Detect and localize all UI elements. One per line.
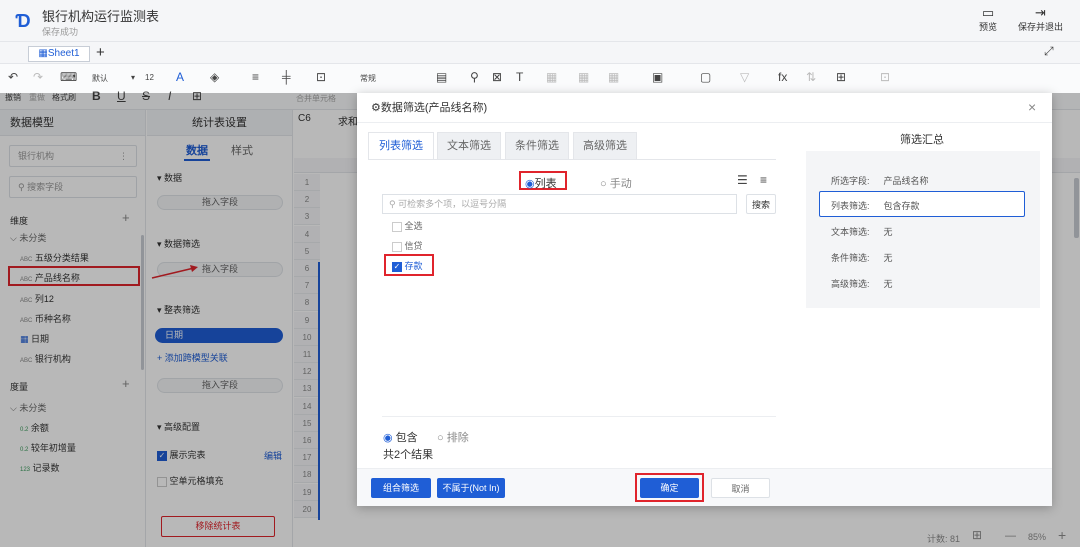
tab-advanced-filter[interactable]: 高级筛选 [573, 132, 637, 160]
summary-field: 所选字段: 产品线名称 [831, 176, 929, 186]
monitor-icon: ▭ [981, 5, 995, 20]
expand-icon[interactable]: ⤢ [1044, 44, 1054, 59]
chart-icon[interactable]: ▣ [652, 70, 663, 84]
menu-icon[interactable]: ≡ [760, 173, 767, 187]
filter-icon[interactable]: ▽ [740, 70, 749, 84]
combo-filter-button[interactable]: 组合筛选 [371, 478, 431, 498]
summary-advanced: 高级筛选: 无 [831, 279, 893, 289]
summary-text: 文本筛选: 无 [831, 227, 893, 237]
save-status: 保存成功 [42, 27, 79, 37]
tab-divider [368, 159, 776, 160]
item-deposit-checkbox[interactable]: ✓ 存款 [392, 259, 423, 272]
search-button[interactable]: 搜索 [746, 194, 776, 214]
align-icon[interactable]: ≡ [252, 70, 259, 84]
include-radio[interactable]: ◉ 包含 [383, 429, 418, 445]
fill-color-icon[interactable]: ◈ [210, 70, 219, 84]
mode-list-radio[interactable]: ◉列表 [525, 175, 557, 191]
filter-search-input[interactable]: ⚲ 可检索多个项，以逗号分隔 [382, 194, 737, 214]
format-brush-icon[interactable]: ⌨ [60, 70, 77, 84]
cancel-button[interactable]: 取消 [711, 478, 770, 498]
exclude-radio[interactable]: ○ 排除 [437, 429, 469, 445]
undo-icon[interactable]: ↶ [8, 70, 18, 84]
text-icon[interactable]: T [516, 70, 523, 84]
zoom-in-button[interactable]: + [1058, 527, 1066, 543]
radio-icon: ○ [437, 432, 447, 444]
font-color-icon[interactable]: A [176, 70, 184, 84]
table-config-icon[interactable]: ⊞ [836, 70, 846, 84]
zoom-level: 85% [1028, 532, 1047, 542]
not-in-button[interactable]: 不属于(Not In) [437, 478, 505, 498]
table3-icon[interactable]: ▦ [608, 70, 619, 84]
summary-condition: 条件筛选: 无 [831, 253, 893, 263]
item-credit-checkbox[interactable]: 信贷 [392, 239, 423, 252]
formula-icon[interactable]: fx [778, 70, 787, 84]
dialog-title: ⚙数据筛选(产品线名称) [371, 102, 488, 114]
list-divider [382, 416, 776, 417]
add-sheet-button[interactable]: + [96, 44, 105, 61]
search-icon: ⚲ [389, 199, 399, 209]
calendar-icon[interactable]: ▢ [700, 70, 711, 84]
sort-icon[interactable]: ☰ [737, 173, 748, 187]
checkbox-icon [392, 241, 402, 252]
sheet-bar [0, 42, 1080, 64]
zoom-out-button[interactable]: — [1005, 530, 1016, 542]
font-size-select[interactable]: 12 [145, 73, 154, 82]
checkbox-checked-icon: ✓ [392, 261, 402, 272]
exit-icon: ⇥ [1035, 5, 1046, 20]
checkbox-icon [392, 221, 402, 232]
tab-text-filter[interactable]: 文本筛选 [437, 132, 501, 160]
save-exit-button[interactable]: ⇥ 保存并退出 [1018, 6, 1063, 33]
dialog-divider [357, 122, 1052, 123]
radio-checked-icon: ◉ [525, 178, 535, 190]
sort-icon[interactable]: ⇅ [806, 70, 816, 84]
radio-checked-icon: ◉ [383, 432, 396, 444]
summary-title: 筛选汇总 [900, 134, 944, 146]
chevron-down-icon: ▾ [131, 73, 136, 82]
ok-button[interactable]: 确定 [640, 478, 699, 498]
tab-condition-filter[interactable]: 条件筛选 [505, 132, 569, 160]
number-format-select[interactable]: 常规 [360, 73, 376, 84]
extra-icon[interactable]: ⊡ [880, 70, 890, 84]
select-all-checkbox[interactable]: 全选 [392, 219, 423, 232]
title-bar [0, 0, 1080, 42]
valign-icon[interactable]: ╪ [282, 70, 291, 84]
summary-list: 列表筛选: 包含存款 [831, 201, 920, 211]
result-count: 共2个结果 [383, 449, 434, 461]
app-logo-icon: Ɗ [15, 11, 31, 31]
table2-icon[interactable]: ▦ [578, 70, 589, 84]
grid-view-icon[interactable]: ⊞ [972, 528, 982, 542]
sheet-icon: ▦ [38, 48, 48, 59]
font-select[interactable]: 默认 [92, 73, 108, 84]
table-icon[interactable]: ▦ [546, 70, 557, 84]
link-icon[interactable]: ⚲ [470, 70, 479, 84]
picture-icon[interactable]: ⊠ [492, 70, 502, 84]
redo-icon[interactable]: ↷ [33, 70, 43, 84]
close-icon[interactable]: × [1028, 99, 1036, 115]
image-icon[interactable]: ▤ [436, 70, 447, 84]
tab-list-filter[interactable]: 列表筛选 [368, 132, 434, 160]
gear-icon: ⚙ [371, 102, 381, 114]
sheet-tab[interactable]: ▦Sheet1 [28, 46, 90, 62]
mode-manual-radio[interactable]: ○ 手动 [600, 175, 632, 191]
radio-icon: ○ [600, 178, 610, 190]
status-count: 计数: 81 [927, 534, 961, 544]
preview-button[interactable]: ▭ 预览 [979, 6, 997, 33]
wrap-icon[interactable]: ⊡ [316, 70, 326, 84]
app-title: 银行机构运行监测表 [42, 9, 160, 24]
